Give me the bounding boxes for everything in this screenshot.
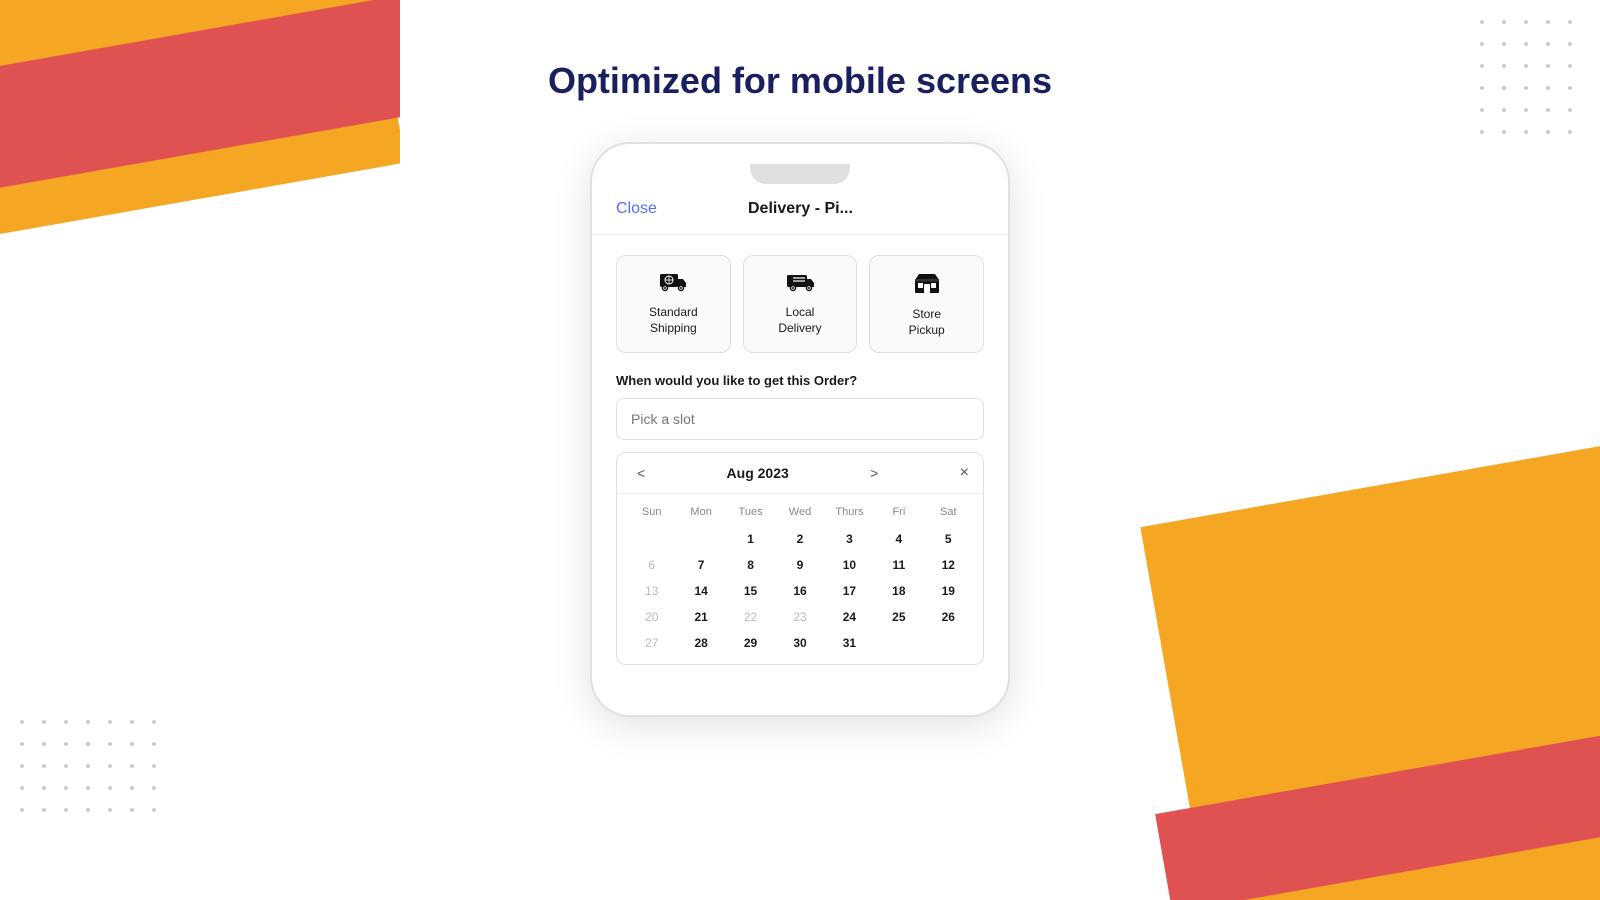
local-delivery-icon [786, 270, 814, 297]
phone-screen-title: Delivery - Pi... [748, 200, 853, 218]
calendar-day[interactable]: 9 [775, 552, 824, 578]
calendar-day-name: Tues [726, 502, 775, 522]
calendar-day: 20 [627, 604, 676, 630]
calendar-day-name: Wed [775, 502, 824, 522]
local-delivery-label: LocalDelivery [778, 305, 821, 336]
calendar-day[interactable]: 25 [874, 604, 923, 630]
calendar-week: 20212223242526 [627, 604, 973, 630]
calendar-day[interactable]: 8 [726, 552, 775, 578]
calendar-week: 6789101112 [627, 552, 973, 578]
calendar-day: 27 [627, 630, 676, 656]
calendar-day-name: Sun [627, 502, 676, 522]
slot-input[interactable] [616, 398, 984, 440]
calendar-day [676, 526, 725, 552]
delivery-option-local[interactable]: LocalDelivery [743, 255, 858, 353]
store-pickup-icon [913, 270, 941, 299]
calendar-day: 13 [627, 578, 676, 604]
phone-body: StandardShipping [592, 235, 1008, 685]
calendar-day[interactable]: 4 [874, 526, 923, 552]
close-button[interactable]: Close [616, 200, 657, 218]
delivery-option-pickup[interactable]: StorePickup [869, 255, 984, 353]
standard-shipping-label: StandardShipping [649, 305, 698, 336]
calendar: < Aug 2023 > × SunMonTuesWedThursFriSat … [616, 452, 984, 665]
calendar-day[interactable]: 26 [924, 604, 973, 630]
calendar-day [924, 630, 973, 656]
calendar-day[interactable]: 12 [924, 552, 973, 578]
calendar-day [874, 630, 923, 656]
calendar-day-name: Thurs [825, 502, 874, 522]
calendar-day[interactable]: 3 [825, 526, 874, 552]
calendar-day[interactable]: 11 [874, 552, 923, 578]
calendar-day[interactable]: 2 [775, 526, 824, 552]
calendar-day[interactable]: 1 [726, 526, 775, 552]
calendar-day[interactable]: 17 [825, 578, 874, 604]
calendar-week: 12345 [627, 526, 973, 552]
calendar-day[interactable]: 16 [775, 578, 824, 604]
calendar-week: 13141516171819 [627, 578, 973, 604]
calendar-weeks: 1234567891011121314151617181920212223242… [627, 526, 973, 656]
calendar-header: < Aug 2023 > × [617, 453, 983, 494]
calendar-day: 6 [627, 552, 676, 578]
calendar-day[interactable]: 14 [676, 578, 725, 604]
slot-question: When would you like to get this Order? [616, 373, 984, 388]
calendar-day[interactable]: 30 [775, 630, 824, 656]
calendar-day[interactable]: 31 [825, 630, 874, 656]
calendar-day-name: Fri [874, 502, 923, 522]
calendar-day[interactable]: 15 [726, 578, 775, 604]
calendar-day: 22 [726, 604, 775, 630]
calendar-day[interactable]: 7 [676, 552, 725, 578]
calendar-day[interactable]: 10 [825, 552, 874, 578]
calendar-day[interactable]: 28 [676, 630, 725, 656]
phone-mockup: Close Delivery - Pi... [590, 142, 1010, 717]
calendar-month: Aug 2023 [727, 465, 789, 481]
page-title: Optimized for mobile screens [548, 60, 1052, 102]
calendar-day-name: Sat [924, 502, 973, 522]
calendar-grid: SunMonTuesWedThursFriSat 123456789101112… [617, 494, 983, 664]
main-content: Optimized for mobile screens Close Deliv… [0, 0, 1600, 900]
delivery-option-standard[interactable]: StandardShipping [616, 255, 731, 353]
delivery-options-group: StandardShipping [616, 255, 984, 353]
calendar-day[interactable]: 29 [726, 630, 775, 656]
calendar-close-button[interactable]: × [960, 464, 969, 482]
calendar-day-name: Mon [676, 502, 725, 522]
store-pickup-label: StorePickup [909, 307, 945, 338]
calendar-day [627, 526, 676, 552]
phone-header: Close Delivery - Pi... [592, 200, 1008, 235]
calendar-prev-button[interactable]: < [631, 463, 651, 483]
calendar-day[interactable]: 18 [874, 578, 923, 604]
calendar-day[interactable]: 21 [676, 604, 725, 630]
calendar-day[interactable]: 5 [924, 526, 973, 552]
standard-shipping-icon [659, 270, 687, 297]
calendar-week: 2728293031 [627, 630, 973, 656]
calendar-day-names: SunMonTuesWedThursFriSat [627, 502, 973, 522]
calendar-day[interactable]: 19 [924, 578, 973, 604]
calendar-day[interactable]: 24 [825, 604, 874, 630]
calendar-next-button[interactable]: > [864, 463, 884, 483]
phone-notch [750, 164, 850, 184]
calendar-day: 23 [775, 604, 824, 630]
